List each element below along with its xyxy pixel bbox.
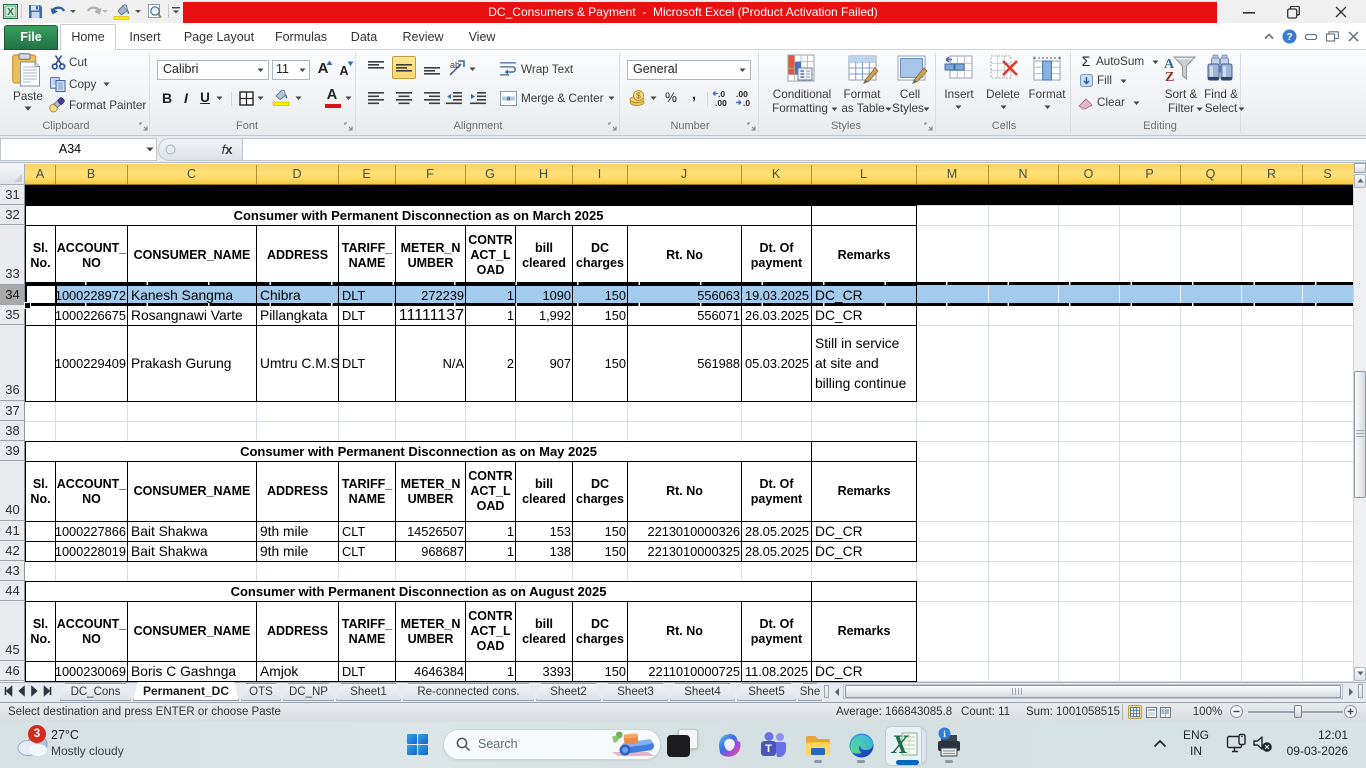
- svg-text:ab: ab: [450, 60, 460, 70]
- svg-text:T: T: [765, 743, 772, 755]
- svg-text:$: $: [636, 92, 641, 101]
- svg-text:a: a: [507, 96, 511, 103]
- svg-text:X: X: [890, 730, 909, 758]
- svg-text:X: X: [7, 7, 14, 18]
- svg-text:.00: .00: [715, 98, 727, 107]
- svg-text:.0: .0: [743, 98, 750, 107]
- svg-text:Z: Z: [1165, 70, 1174, 82]
- svg-text:?: ?: [1286, 32, 1292, 43]
